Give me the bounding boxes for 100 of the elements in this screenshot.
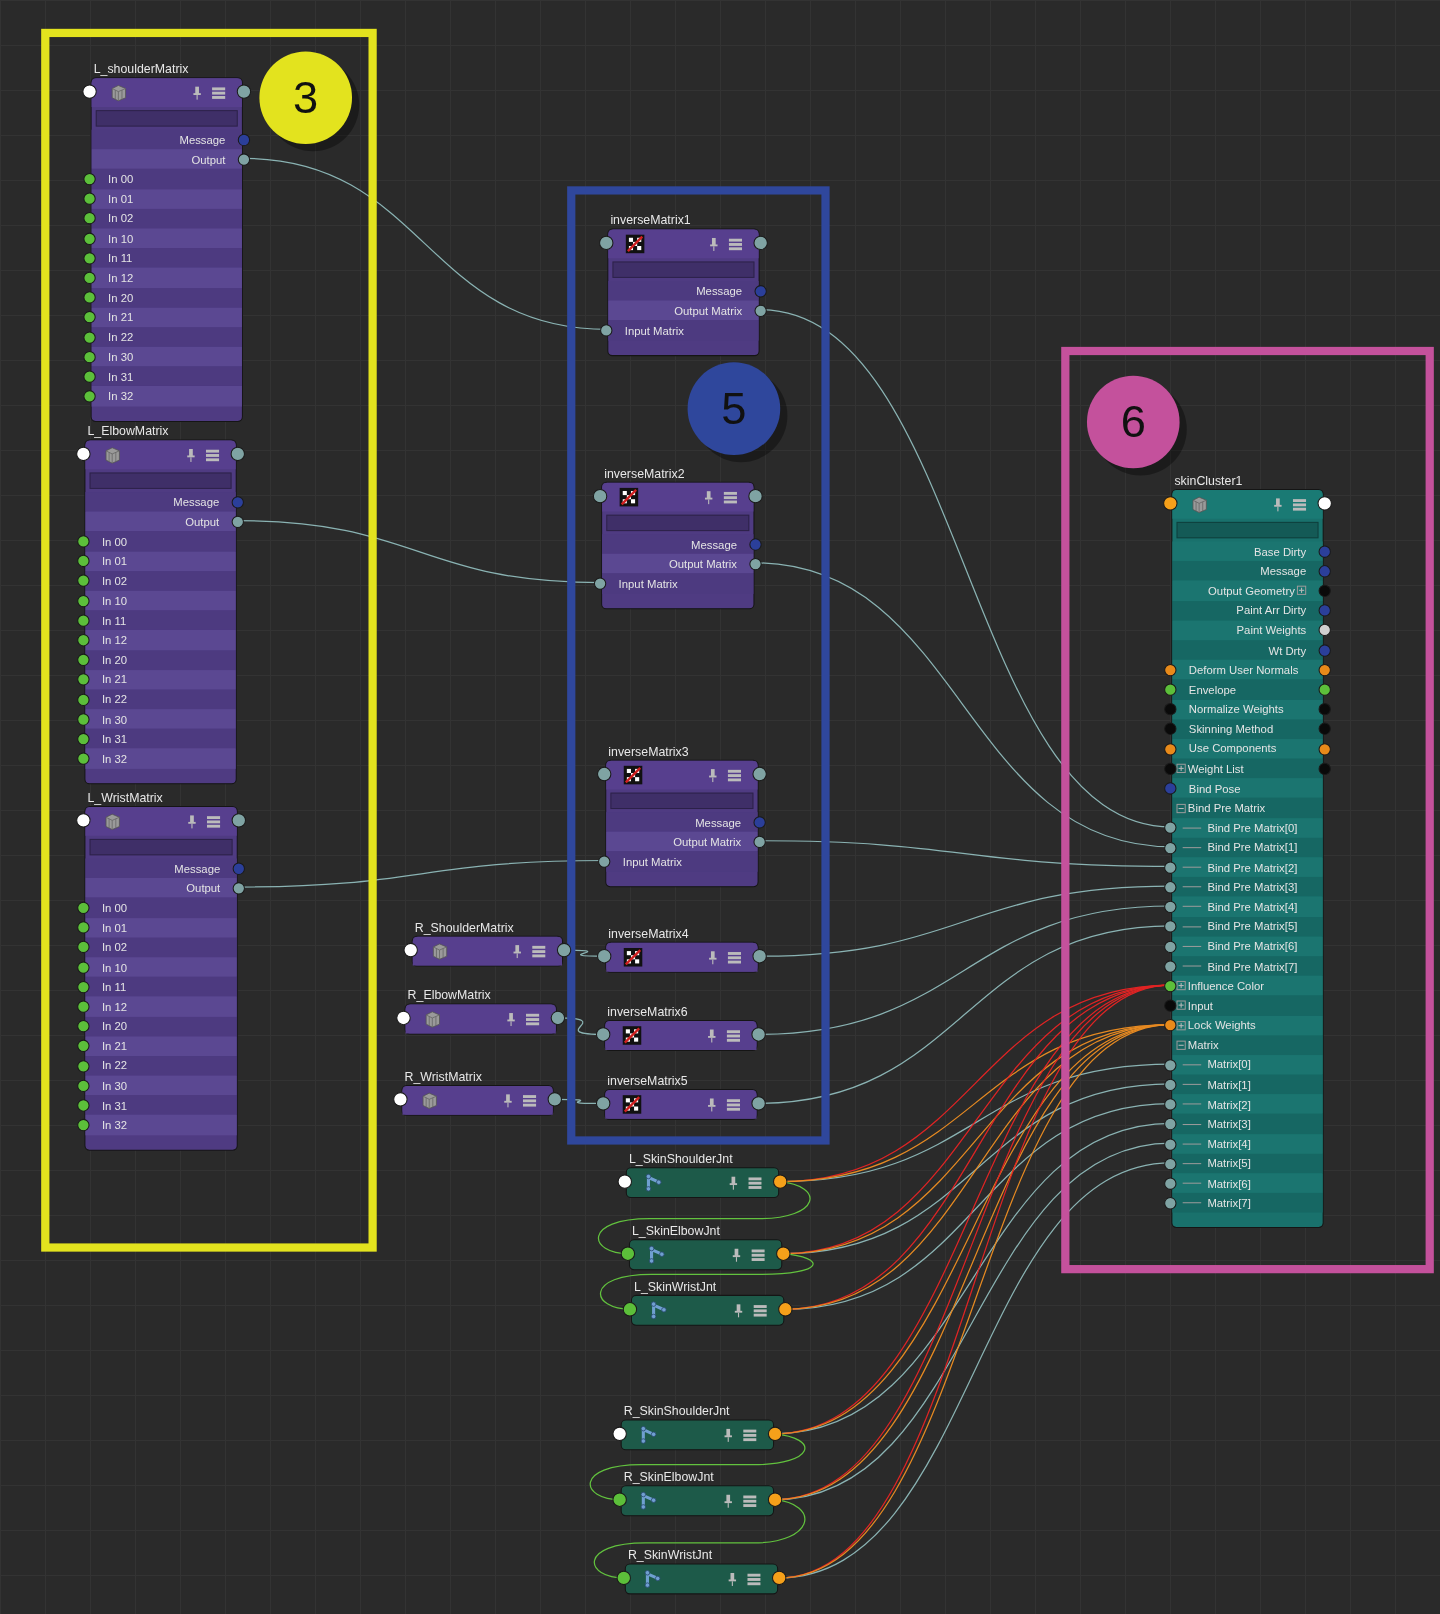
- node-title: inverseMatrix2: [604, 466, 685, 481]
- attribute-label: In 00: [108, 172, 134, 186]
- attribute-label: In 02: [101, 941, 128, 954]
- node-title: inverseMatrix5: [607, 1073, 688, 1088]
- node-title: L_WristMatrix: [87, 790, 163, 805]
- matrix-node[interactable]: Message Output Matrix Input Matrix: [607, 228, 760, 356]
- attribute-label: Matrix[5]: [1207, 1157, 1251, 1170]
- attribute-label: Matrix[0]: [1207, 1058, 1251, 1071]
- attribute-label: In 01: [101, 921, 128, 934]
- attribute-label: Output Matrix: [673, 835, 742, 848]
- attribute-label: Normalize Weights: [1188, 703, 1284, 716]
- matrix-node[interactable]: Message Output In 00 In 01 In 02 In 10 In 11 In 12 In 20 In 21 In 22 In 30 In 31 In 32: [84, 805, 238, 1151]
- attribute-label: Output: [191, 153, 226, 166]
- node-title: inverseMatrix4: [608, 926, 689, 941]
- attribute-label: In 12: [108, 271, 134, 284]
- attribute-label: Message: [1260, 564, 1307, 578]
- attribute-label: In 32: [101, 1118, 128, 1132]
- attribute-label: Wt Drty: [1268, 643, 1307, 657]
- attribute-label: In 02: [108, 212, 134, 225]
- attribute-label: In 30: [101, 712, 128, 726]
- attribute-label: Matrix[2]: [1207, 1098, 1251, 1111]
- attribute-label: In 32: [108, 390, 134, 403]
- attribute-label: Lock Weights: [1187, 1019, 1256, 1032]
- attribute-label: Bind Pre Matrix[5]: [1207, 920, 1298, 933]
- attribute-label: Envelope: [1188, 683, 1237, 696]
- attribute-label: In 11: [101, 980, 127, 993]
- attribute-label: In 12: [101, 1000, 128, 1013]
- matrix-node[interactable]: Message Output Matrix Input Matrix: [601, 481, 755, 609]
- node-title: L_ElbowMatrix: [87, 424, 169, 439]
- attribute-label: Bind Pre Matrix[6]: [1207, 940, 1298, 953]
- attribute-label: Message: [691, 537, 737, 551]
- node-title: L_SkinShoulderJnt: [628, 1151, 733, 1167]
- attribute-label: Bind Pre Matrix[4]: [1207, 900, 1298, 913]
- attribute-label: In 31: [108, 370, 134, 383]
- attribute-label: In 00: [101, 901, 128, 914]
- node-title: R_SkinWristJnt: [627, 1548, 713, 1563]
- attribute-label: Influence Color: [1187, 979, 1264, 992]
- attribute-label: Input Matrix: [624, 324, 684, 337]
- attribute-label: In 31: [101, 1099, 128, 1112]
- attribute-label: In 10: [108, 232, 134, 245]
- attribute-label: In 30: [101, 1079, 128, 1092]
- matrix-node[interactable]: Message Output In 00 In 01 In 02 In 10 In 11 In 12 In 20 In 21 In 22 In 30 In 31 In 32: [90, 77, 243, 422]
- attribute-label: Output: [186, 881, 221, 895]
- attribute-label: In 11: [101, 614, 127, 627]
- attribute-label: In 00: [101, 535, 128, 548]
- attribute-label: In 21: [101, 1039, 128, 1053]
- attribute-label: Bind Pose: [1188, 782, 1241, 795]
- node-title: inverseMatrix1: [610, 213, 691, 228]
- attribute-label: Matrix[6]: [1207, 1177, 1251, 1190]
- attribute-label: Bind Pre Matrix[1]: [1207, 841, 1298, 854]
- attribute-label: In 22: [108, 330, 134, 344]
- matrix-node[interactable]: Message Output In 00 In 01 In 02 In 10 In 11 In 12 In 20 In 21 In 22 In 30 In 31 In 32: [84, 439, 237, 784]
- attribute-label: In 31: [101, 732, 128, 746]
- node-title: inverseMatrix6: [607, 1004, 688, 1019]
- attribute-label: In 21: [101, 673, 128, 686]
- node-title: R_ShoulderMatrix: [414, 920, 514, 935]
- attribute-label: Matrix: [1187, 1038, 1219, 1052]
- node-title: R_ElbowMatrix: [407, 988, 491, 1003]
- attribute-label: Output: [185, 515, 220, 528]
- attribute-label: Input: [1187, 999, 1213, 1012]
- attribute-label: Paint Weights: [1236, 624, 1307, 637]
- attribute-label: In 21: [108, 311, 134, 324]
- attribute-label: In 02: [101, 574, 128, 588]
- attribute-label: In 20: [101, 1020, 128, 1033]
- attribute-label: Output Geometry: [1208, 584, 1295, 597]
- attribute-label: Message: [174, 862, 221, 875]
- attribute-label: In 30: [108, 350, 134, 363]
- attribute-label: In 22: [101, 1059, 128, 1072]
- attribute-label: In 12: [101, 633, 128, 647]
- node-title: skinCluster1: [1174, 473, 1243, 488]
- node-title: L_SkinElbowJnt: [632, 1223, 720, 1239]
- attribute-label: Output Matrix: [674, 304, 743, 317]
- node-title: inverseMatrix3: [608, 744, 689, 759]
- attribute-label: Input Matrix: [622, 855, 682, 868]
- attribute-label: In 22: [101, 693, 128, 706]
- attribute-label: Input Matrix: [618, 577, 678, 590]
- node-title: L_shoulderMatrix: [93, 61, 189, 77]
- attribute-label: Message: [695, 815, 742, 829]
- node-title: R_WristMatrix: [404, 1069, 482, 1084]
- attribute-label: Bind Pre Matrix[2]: [1207, 861, 1298, 874]
- attribute-label: In 20: [108, 291, 134, 304]
- attribute-label: In 01: [101, 554, 128, 568]
- attribute-label: Message: [173, 495, 220, 509]
- attribute-label: Skinning Method: [1188, 722, 1274, 736]
- group-number-badge: 5: [687, 362, 781, 455]
- attribute-label: Use Components: [1188, 742, 1277, 755]
- matrix-node[interactable]: Message Output Matrix Input Matrix: [605, 759, 759, 887]
- attribute-label: Deform User Normals: [1188, 663, 1299, 676]
- attribute-label: Base Dirty: [1253, 545, 1307, 558]
- attribute-label: Matrix[3]: [1207, 1117, 1251, 1131]
- attribute-label: Bind Pre Matrix: [1187, 801, 1266, 815]
- node-title: R_SkinShoulderJnt: [623, 1404, 730, 1419]
- attribute-label: In 10: [101, 960, 128, 974]
- attribute-label: In 20: [101, 653, 128, 667]
- attribute-label: Matrix[7]: [1207, 1196, 1251, 1210]
- attribute-label: Bind Pre Matrix[0]: [1207, 821, 1298, 834]
- attribute-label: Matrix[4]: [1207, 1137, 1251, 1150]
- attribute-label: Output Matrix: [669, 557, 737, 570]
- attribute-label: Message: [179, 133, 226, 146]
- attribute-label: In 32: [101, 752, 128, 765]
